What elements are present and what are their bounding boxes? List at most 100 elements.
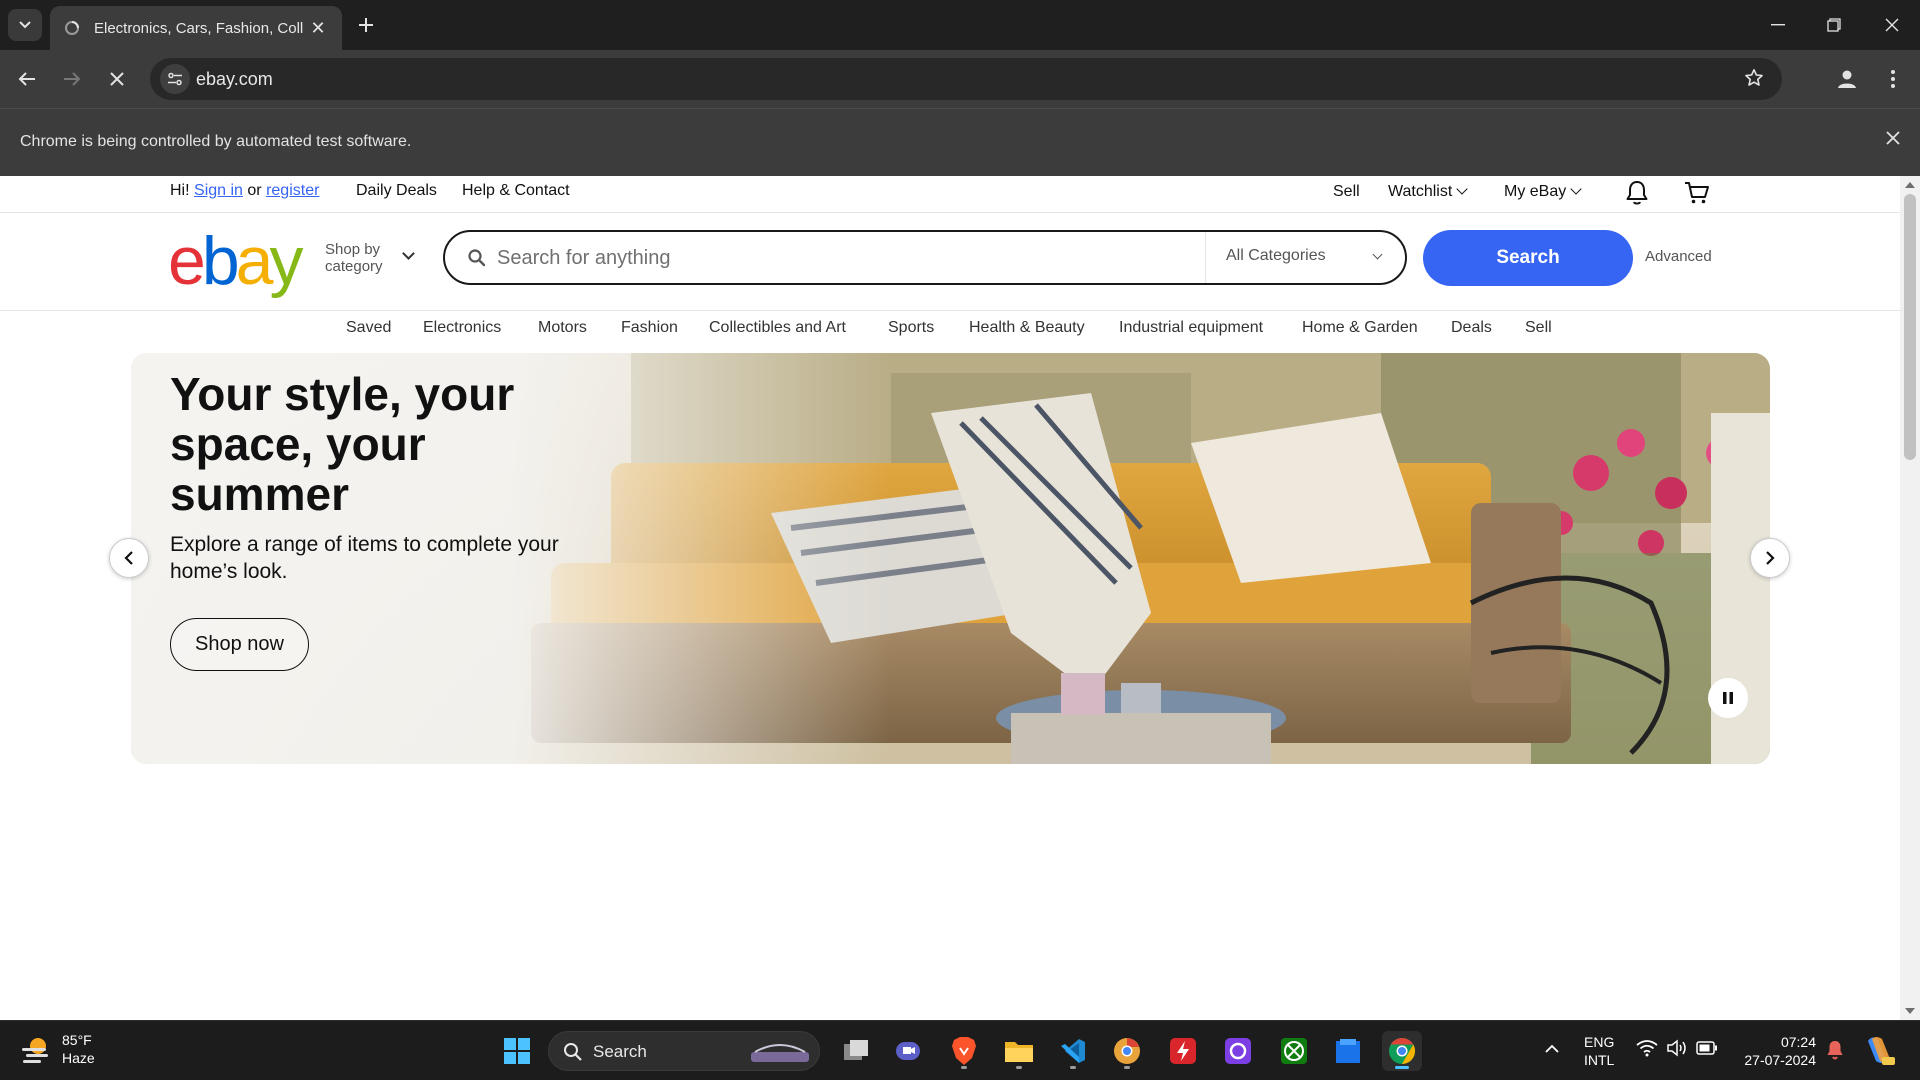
copilot-icon[interactable] [1862,1033,1896,1070]
tab-search-button[interactable] [8,9,42,41]
browser-tab-active[interactable]: Electronics, Cars, Fashion, Colle ✕ [50,6,342,50]
site-info-icon[interactable] [160,64,190,94]
forward-button[interactable] [55,62,89,96]
category-select-label: All Categories [1226,247,1326,264]
vscode-icon[interactable] [1053,1031,1093,1071]
chevron-down-icon [402,247,415,260]
ebay-logo[interactable]: ebay [168,227,303,295]
hero-subtitle: Explore a range of items to complete you… [170,533,559,583]
shop-by-line1: Shop by [325,241,381,258]
my-ebay-menu[interactable]: My eBay [1504,183,1582,201]
start-button[interactable] [497,1031,537,1071]
nav-item-electronics[interactable]: Electronics [423,319,501,337]
page-scrollbar[interactable] [1900,176,1920,1020]
notification-bell-icon[interactable] [1826,1039,1844,1064]
notification-bell-icon[interactable] [1625,180,1649,211]
cart-icon[interactable] [1684,181,1710,210]
restore-button[interactable] [1806,0,1862,50]
search-button[interactable]: Search [1423,230,1633,286]
more-vertical-icon [1891,70,1895,88]
brave-browser-icon[interactable] [944,1031,984,1071]
minimize-button[interactable] [1750,0,1806,50]
shop-now-button[interactable]: Shop now [170,618,309,671]
arrow-right-icon [64,72,81,86]
address-bar[interactable]: ebay.com [150,58,1782,100]
nav-item-collectibles[interactable]: Collectibles and Art [709,319,846,337]
language-line1: ENG [1584,1034,1615,1050]
nav-item-motors[interactable]: Motors [538,319,587,337]
clock[interactable]: 07:24 27-07-2024 [1738,1033,1816,1069]
bookmark-star-icon[interactable] [1744,68,1764,93]
shop-by-line2: category [325,258,383,275]
taskbar-search[interactable]: Search [548,1031,820,1071]
language-indicator[interactable]: ENG INTL [1584,1033,1614,1069]
restore-icon [1827,18,1841,32]
nav-item-saved[interactable]: Saved [346,319,391,337]
my-ebay-label: My eBay [1504,183,1567,200]
daily-deals-link[interactable]: Daily Deals [356,182,437,200]
sign-in-link[interactable]: Sign in [194,182,243,199]
hero-banner: Your style, your space, your summer Expl… [131,353,1770,764]
camera-app-icon[interactable] [1218,1031,1258,1071]
scroll-down-arrow-icon[interactable] [1905,1008,1915,1014]
close-window-button[interactable] [1864,0,1920,50]
battery-icon[interactable] [1696,1041,1718,1058]
new-tab-button[interactable] [352,11,380,39]
nav-item-sports[interactable]: Sports [888,319,934,337]
nav-item-deals[interactable]: Deals [1451,319,1492,337]
help-contact-link[interactable]: Help & Contact [462,182,570,200]
taskbar-search-label: Search [593,1042,647,1061]
scroll-thumb[interactable] [1904,194,1916,460]
infobar-message: Chrome is being controlled by automated … [20,133,412,150]
clock-time: 07:24 [1780,1034,1816,1050]
minimize-icon [1771,24,1785,26]
volume-icon[interactable] [1666,1039,1688,1060]
browser-menu-button[interactable] [1876,62,1910,96]
profile-button[interactable] [1830,62,1864,96]
nav-item-home-garden[interactable]: Home & Garden [1302,319,1418,337]
category-select[interactable]: All Categories [1205,232,1407,283]
watchlist-menu[interactable]: Watchlist [1388,183,1468,201]
weather-temp: 85°F [62,1032,92,1048]
carousel-prev-button[interactable] [109,538,149,578]
meet-app-icon[interactable] [888,1031,928,1071]
watchlist-label: Watchlist [1388,183,1453,200]
search-highlight-icon [751,1044,809,1062]
sell-link[interactable]: Sell [1333,183,1360,201]
close-icon [1885,18,1899,32]
chrome-canary-icon[interactable] [1107,1031,1147,1071]
search-icon [467,248,487,273]
xbox-icon[interactable] [1274,1031,1314,1071]
nav-item-industrial[interactable]: Industrial equipment [1119,319,1263,337]
shop-by-category-button[interactable]: Shop by category [325,241,383,275]
flash-app-icon[interactable] [1163,1031,1203,1071]
back-button[interactable] [10,62,44,96]
search-input[interactable] [497,244,1157,272]
url-text[interactable]: ebay.com [196,69,273,90]
tab-close-icon[interactable]: ✕ [308,18,328,39]
chrome-icon[interactable] [1382,1031,1422,1071]
language-line2: INTL [1584,1052,1615,1068]
windows-taskbar: 85°F Haze Search ENG INTL 07:24 27-07-20… [0,1020,1920,1080]
nav-item-sell[interactable]: Sell [1525,319,1552,337]
register-link[interactable]: register [266,182,319,199]
wifi-icon[interactable] [1636,1039,1658,1060]
scroll-up-arrow-icon[interactable] [1905,182,1915,188]
greeting: Hi! Sign in or register [170,182,319,200]
store-app-icon[interactable] [1328,1031,1368,1071]
nav-item-fashion[interactable]: Fashion [621,319,678,337]
logo-letter-e: e [168,223,206,299]
stop-loading-button[interactable] [100,62,134,96]
tray-overflow-chevron-icon[interactable] [1544,1041,1560,1057]
carousel-pause-button[interactable] [1708,678,1748,718]
weather-widget[interactable]: 85°F Haze [20,1031,95,1067]
nav-item-health-beauty[interactable]: Health & Beauty [969,319,1085,337]
carousel-next-button[interactable] [1750,538,1790,578]
task-view-icon[interactable] [836,1031,876,1071]
browser-tab-strip: Electronics, Cars, Fashion, Colle ✕ [0,0,1920,50]
pause-icon [1723,692,1733,704]
file-explorer-icon[interactable] [999,1031,1039,1071]
chevron-right-icon [1766,551,1775,565]
infobar-close-icon[interactable] [1886,131,1900,150]
advanced-search-link[interactable]: Advanced [1645,248,1712,265]
